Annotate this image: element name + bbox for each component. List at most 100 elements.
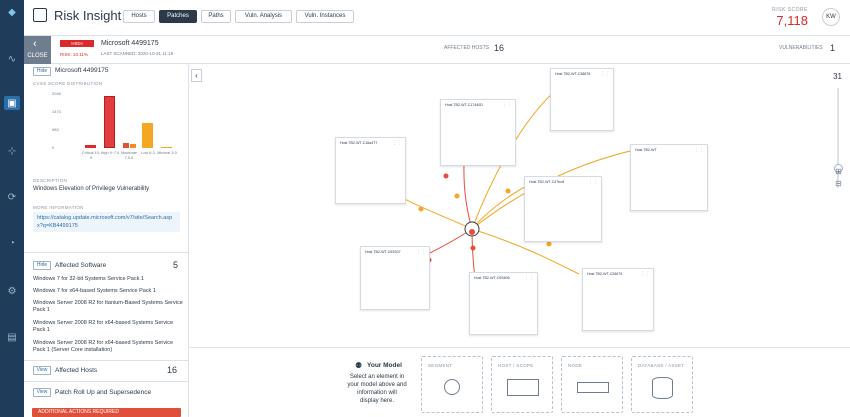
host-card[interactable]: Host TB2-WT ⋮⋮ [630, 144, 708, 211]
tab-patches[interactable]: Patches [159, 10, 197, 23]
drag-handle-icon[interactable]: ⋮⋮ [640, 271, 650, 277]
host-name: Host TB2-WT-C93S07 [365, 250, 401, 254]
user-avatar[interactable]: KW [822, 8, 840, 26]
host-card[interactable]: Host TB2-WT-C26670 ⋮⋮ [582, 268, 654, 331]
vuln-info-bar: ‹ CLOSE HIGH RISK: 10.11% Microsoft 4499… [24, 36, 850, 64]
host-name: Host TB2-WT-C38876 [555, 72, 591, 76]
host-name: Host TB2-WT-C26670 [587, 272, 623, 276]
hide-software-button[interactable]: Hide [33, 261, 51, 270]
vuln-node [470, 245, 476, 251]
divider [24, 381, 188, 382]
vuln-title: Microsoft 4499175 [55, 67, 109, 74]
cvss-caption: CVSS SCORE DISTRIBUTION [33, 81, 103, 86]
vulnerabilities-label: VULNERABILITIES [779, 45, 823, 51]
drag-handle-icon[interactable]: ⋮⋮ [392, 140, 402, 146]
drag-handle-icon[interactable]: ⋮⋮ [502, 102, 512, 108]
drag-handle-icon[interactable]: ⋮⋮ [524, 275, 534, 281]
affected-hosts-label: AFFECTED HOSTS [444, 45, 490, 51]
cvss-bar [142, 123, 153, 148]
tab-vuln-instances[interactable]: Vuln. Instances [296, 10, 354, 23]
host-name: Host TB2-WT-C17440D [445, 103, 483, 107]
close-button[interactable]: ‹ CLOSE [24, 36, 51, 64]
more-info-link[interactable]: https://catalog.update.microsoft.com/v7/… [33, 212, 180, 232]
y-tick: 0 [52, 145, 55, 150]
x-category: High 9~7.5 [100, 151, 120, 155]
software-item: Windows 7 for x64-based Systems Service … [33, 288, 156, 294]
node-box[interactable]: NODE [561, 356, 623, 413]
software-item: Windows Server 2008 R2 for Itanium-Based… [33, 300, 183, 313]
last-scanned: LAST SCANNED: 2020-10-31 11:16 [101, 51, 174, 56]
host-name: Host TB2-WT-C16a4T7 [340, 141, 378, 145]
cvss-bar [123, 143, 129, 148]
software-item: Windows 7 for 32-bit Systems Service Pac… [33, 276, 144, 282]
drag-handle-icon[interactable]: ⋮⋮ [694, 147, 704, 153]
drag-handle-icon[interactable]: ⋮⋮ [416, 249, 426, 255]
severity-badge: HIGH [60, 40, 94, 47]
x-category: Low 6-3 [141, 151, 155, 155]
node-icon [577, 382, 609, 393]
tab-paths[interactable]: Paths [201, 10, 231, 23]
description-text: Windows Elevation of Privilege Vulnerabi… [33, 186, 150, 192]
your-model-title: Your Model [367, 362, 402, 369]
segment-label: SEGMENT [428, 363, 453, 368]
view-hosts-button[interactable]: View [33, 366, 51, 375]
database-icon [652, 377, 673, 399]
zoom-level: 31 [833, 72, 842, 81]
host-card[interactable]: Host TB2-WT-C93S07 ⋮⋮ [360, 246, 430, 310]
host-card[interactable]: Host TB2-WT-C38876 ⋮⋮ [550, 68, 614, 131]
host-name: Host TB2-WT [635, 148, 657, 152]
host-card[interactable]: Host TB2-WT-C9S605 ⋮⋮ [469, 272, 538, 335]
host-name: Host TB2-WT-C9S605 [474, 276, 510, 280]
your-model-text: Select an element in your model above an… [347, 374, 407, 404]
affected-software-title: Affected Software [55, 262, 107, 269]
database-asset-box[interactable]: DATABASE / ASSET [631, 356, 693, 413]
host-card[interactable]: Host TB2-WT-C47bc8 ⋮⋮ [524, 176, 602, 242]
risk-percent: RISK: 10.11% [60, 52, 88, 57]
vuln-node [546, 241, 552, 247]
radar-icon[interactable]: ◔ [4, 236, 20, 250]
description-caption: DESCRIPTION [33, 178, 68, 183]
attack-graph-canvas[interactable]: ‹ Host TB2-WT-C38876 ⋮⋮ Host TB2-WT-C174… [189, 64, 850, 347]
tab-hosts[interactable]: Hosts [123, 10, 155, 23]
view-rollup-button[interactable]: View [33, 388, 51, 397]
affected-hosts-value: 16 [494, 43, 505, 53]
trend-icon[interactable]: ∿ [4, 52, 20, 66]
cvss-bar [130, 143, 136, 148]
zoom-out-icon[interactable]: ⊟ [834, 180, 843, 189]
host-scope-label: HOST / SCOPE [498, 363, 534, 368]
y-tick: 2049 [52, 91, 61, 96]
hide-details-button[interactable]: Hide [33, 67, 51, 76]
additional-actions-warning[interactable]: ADDITIONAL ACTIONS REQUIRED [32, 408, 181, 417]
app-title: Risk Insight [54, 8, 122, 23]
host-scope-box[interactable]: HOST / SCOPE [491, 356, 553, 413]
logo-icon[interactable]: ◆ [4, 5, 20, 19]
segment-box[interactable]: SEGMENT [421, 356, 483, 413]
model-info-panel: ⚉ Your Model Select an element in your m… [189, 347, 850, 417]
network-icon[interactable]: ⊹ [4, 144, 20, 158]
affected-hosts-title: Affected Hosts [55, 367, 98, 374]
drag-handle-icon[interactable]: ⋮⋮ [588, 179, 598, 185]
sync-icon[interactable]: ⟳ [4, 190, 20, 204]
cvss-bar [161, 147, 172, 148]
x-category: Critical 10-9 [81, 151, 101, 160]
segment-icon [444, 379, 460, 395]
host-card[interactable]: Host TB2-WT-C17440D ⋮⋮ [440, 99, 516, 166]
vuln-node [505, 188, 511, 194]
cvss-bar [104, 95, 115, 148]
host-name: Host TB2-WT-C47bc8 [529, 180, 565, 184]
details-panel: Hide Microsoft 4499175 CVSS SCORE DISTRI… [24, 64, 189, 417]
software-item: Windows Server 2008 R2 for x64-based Sys… [33, 340, 174, 353]
collapse-panel-button[interactable]: ‹ [191, 69, 202, 82]
affected-hosts-count: 16 [167, 365, 178, 375]
report-icon[interactable]: ▤ [4, 330, 20, 344]
risk-insight-icon[interactable]: ▣ [4, 96, 20, 110]
zoom-in-icon[interactable]: ⊞ [834, 168, 843, 177]
y-tick: 1474 [52, 109, 61, 114]
model-icon: ⚉ [355, 361, 363, 370]
divider [24, 360, 188, 361]
host-card[interactable]: Host TB2-WT-C16a4T7 ⋮⋮ [335, 137, 406, 204]
drag-handle-icon[interactable]: ⋮⋮ [600, 71, 610, 77]
gear-icon[interactable]: ⚙ [4, 284, 20, 298]
vuln-name: Microsoft 4499175 [101, 40, 159, 47]
tab-vuln-analysis[interactable]: Vuln. Analysis [235, 10, 292, 23]
